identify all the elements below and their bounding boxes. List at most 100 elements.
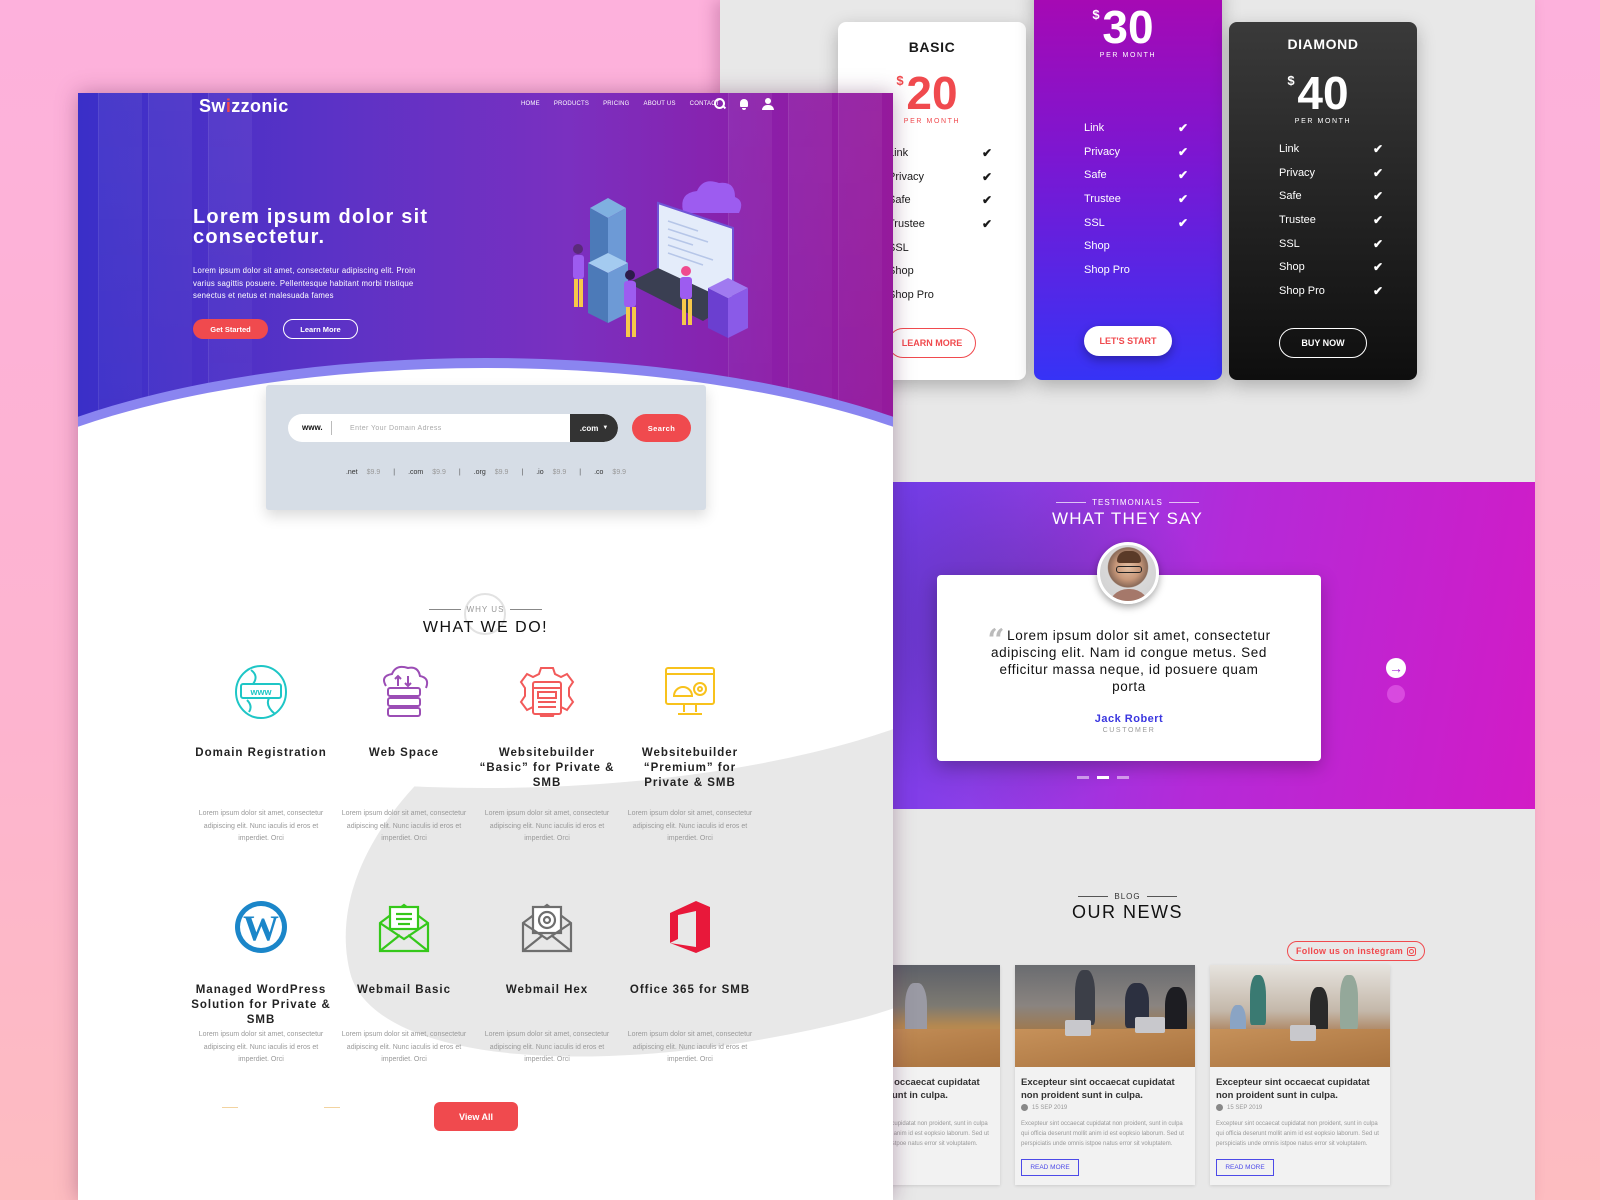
avatar <box>1097 542 1159 604</box>
service-item[interactable]: Webmail Basic Lorem ipsum dolor sit amet… <box>334 899 474 1067</box>
check-icon: ✔ <box>981 145 992 160</box>
tld-select[interactable]: .com ▼ <box>570 414 618 442</box>
main-nav: HOME PRODUCTS PRICING ABOUT US CONTACT <box>521 101 720 107</box>
service-item[interactable]: Web Space Lorem ipsum dolor sit amet, co… <box>334 664 474 846</box>
carousel-pagination <box>1077 776 1129 779</box>
news-title[interactable]: Excepteur sint occaecat cupidatat non pr… <box>1216 1077 1384 1102</box>
arrow-right-icon[interactable]: → <box>1386 658 1406 678</box>
buy-now-button[interactable]: BUY NOW <box>1279 328 1367 358</box>
news-image <box>1210 965 1390 1067</box>
service-item[interactable]: Websitebuilder “Premium” for Private & S… <box>620 664 760 846</box>
service-desc: Lorem ipsum dolor sit amet, consectetur … <box>484 810 610 842</box>
tld-price-item: .io $9.9 <box>536 469 567 476</box>
nav-products[interactable]: PRODUCTS <box>554 101 589 107</box>
separator: | <box>458 469 461 476</box>
nav-about-us[interactable]: ABOUT US <box>644 101 676 107</box>
plan-feature: Link ✔ <box>888 145 992 160</box>
lets-start-button[interactable]: LET'S START <box>1084 326 1172 356</box>
service-title: Domain Registration <box>195 747 327 759</box>
carousel-dot[interactable] <box>1077 776 1089 779</box>
service-item[interactable]: www Domain Registration Lorem ipsum dolo… <box>191 664 331 846</box>
check-icon: ✔ <box>981 216 992 231</box>
tld-price-list: .net $9.9 | .com $9.9 | .org $9.9 | .io $9.9 | .co $9… <box>266 469 706 476</box>
testimonial-role: CUSTOMER <box>1102 727 1156 734</box>
service-item[interactable]: Office 365 for SMB Lorem ipsum dolor sit… <box>620 899 760 1067</box>
learn-more-button[interactable]: Learn More <box>283 319 358 339</box>
plan-price: $30 <box>1092 1 1154 53</box>
plan-feature: Privacy ✔ <box>1084 144 1188 159</box>
bell-icon[interactable] <box>738 98 750 110</box>
plan-feature: Trustee ✔ <box>1084 191 1188 206</box>
gear-webpage-icon <box>519 664 575 720</box>
plan-feature: Link ✔ <box>1084 120 1188 135</box>
plan-feature: SSL ✔ <box>1084 215 1188 230</box>
testimonial-quote: “Lorem ipsum dolor sit amet, consectetur… <box>987 623 1271 695</box>
learn-more-button[interactable]: LEARN MORE <box>888 328 976 358</box>
check-icon: ✔ <box>1372 165 1383 180</box>
plan-period: PER MONTH <box>1294 118 1352 125</box>
section-eyebrow: WHY US <box>78 605 893 614</box>
nav-pricing[interactable]: PRICING <box>603 101 629 107</box>
clock-icon <box>1021 1104 1028 1111</box>
plan-feature: Trustee ✔ <box>1279 212 1383 227</box>
service-title: Webmail Hex <box>505 984 589 996</box>
news-date: 15 SEP 2019 <box>1021 1104 1189 1111</box>
plan-feature: Shop Pro <box>888 288 934 301</box>
service-desc: Lorem ipsum dolor sit amet, consectetur … <box>198 810 324 842</box>
tld-price-item: .co $9.9 <box>594 469 627 476</box>
service-desc: Lorem ipsum dolor sit amet, consectetur … <box>341 1031 467 1063</box>
service-item[interactable]: W Managed WordPress Solution for Private… <box>191 899 331 1067</box>
service-title: Managed WordPress Solution for Private &… <box>191 984 331 1026</box>
check-icon: ✔ <box>1177 215 1188 230</box>
check-icon: ✔ <box>1372 260 1383 275</box>
news-excerpt: Excepteur sint occaecat cupidatat non pr… <box>1216 1121 1379 1147</box>
check-icon: ✔ <box>1372 212 1383 227</box>
domain-input-group: www. .com ▼ <box>288 414 618 442</box>
section-title: WHAT WE DO! <box>422 619 549 636</box>
plan-feature-list: Link ✔ Privacy ✔ Safe ✔ Trustee ✔ SSL ✔ Shop ✔ Shop … <box>1279 137 1383 303</box>
plan-name: DIAMOND <box>1287 36 1359 52</box>
service-item[interactable]: Webmail Hex Lorem ipsum dolor sit amet, … <box>477 899 617 1067</box>
separator: | <box>393 469 396 476</box>
svg-text:www: www <box>249 687 272 697</box>
carousel-dot[interactable] <box>1097 776 1109 779</box>
domain-input[interactable] <box>332 414 570 442</box>
read-more-button[interactable]: READ MORE <box>1216 1159 1274 1176</box>
plan-feature: Shop <box>1084 240 1110 253</box>
service-title: Web Space <box>368 747 440 759</box>
plan-period: PER MONTH <box>1099 52 1157 59</box>
www-globe-icon: www <box>233 664 289 720</box>
nav-home[interactable]: HOME <box>521 101 540 107</box>
service-desc: Lorem ipsum dolor sit amet, consectetur … <box>627 810 753 842</box>
service-item[interactable]: Websitebuilder “Basic” for Private & SMB… <box>477 664 617 846</box>
check-icon: ✔ <box>1372 236 1383 251</box>
carousel-dot[interactable] <box>1117 776 1129 779</box>
tld-price-item: .com $9.9 <box>408 469 446 476</box>
user-icon[interactable] <box>762 98 774 110</box>
clock-icon <box>1216 1104 1223 1111</box>
plan-feature: Shop ✔ <box>1279 260 1383 275</box>
service-desc: Lorem ipsum dolor sit amet, consectetur … <box>198 1031 324 1063</box>
news-card: Excepteur sint occaecat cupidatat non pr… <box>1015 965 1195 1185</box>
hero-title: Lorem ipsum dolor sit consectetur. <box>193 206 429 248</box>
get-started-button[interactable]: Get Started <box>193 319 268 339</box>
check-icon: ✔ <box>1177 191 1188 206</box>
news-title[interactable]: Excepteur sint occaecat cupidatat non pr… <box>1021 1077 1189 1102</box>
separator: | <box>521 469 524 476</box>
plan-feature: Privacy ✔ <box>888 169 992 184</box>
instagram-follow-button[interactable]: Follow us on instegram <box>1287 941 1426 961</box>
search-icon[interactable] <box>714 98 726 110</box>
check-icon: ✔ <box>1177 120 1188 135</box>
service-desc: Lorem ipsum dolor sit amet, consectetur … <box>484 1031 610 1063</box>
service-desc: Lorem ipsum dolor sit amet, consectetur … <box>627 1031 753 1063</box>
plan-feature: Safe ✔ <box>1084 168 1188 183</box>
view-all-button[interactable]: View All <box>434 1102 518 1131</box>
office-icon <box>662 899 718 955</box>
brand-logo[interactable]: Swizzonic <box>199 96 289 117</box>
pricing-card-diamond: DIAMOND $40 PER MONTH Link ✔ Privacy ✔ Safe ✔… <box>1229 22 1417 380</box>
tld-price-item: .net $9.9 <box>345 469 381 476</box>
read-more-button[interactable]: READ MORE <box>1021 1159 1079 1176</box>
domain-search-button[interactable]: Search <box>632 414 691 442</box>
svg-text:W: W <box>243 908 279 948</box>
service-title: Office 365 for SMB <box>629 984 751 996</box>
